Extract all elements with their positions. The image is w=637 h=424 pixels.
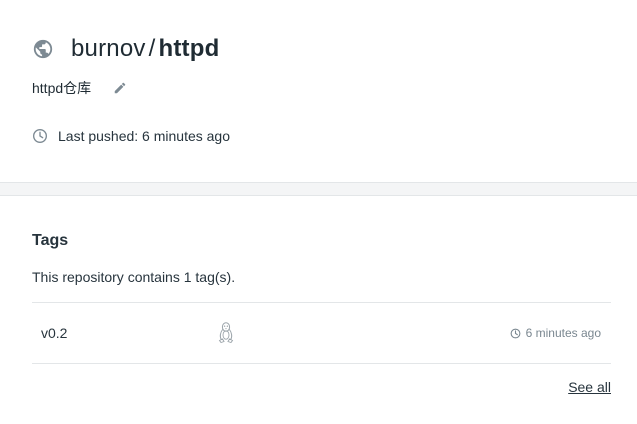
clock-icon (32, 128, 48, 144)
repo-namespace[interactable]: burnov (71, 35, 146, 62)
repo-title-row: burnov / httpd (32, 33, 219, 65)
tags-summary: This repository contains 1 tag(s). (32, 269, 236, 285)
description-row: httpd仓库 (32, 78, 127, 98)
tags-heading: Tags (32, 232, 69, 249)
tags-section: Tags This repository contains 1 tag(s). … (0, 196, 637, 424)
last-pushed-row: Last pushed: 6 minutes ago (32, 126, 230, 146)
linux-icon (218, 322, 234, 344)
pencil-icon[interactable] (113, 81, 127, 95)
tag-name[interactable]: v0.2 (41, 325, 67, 341)
tags-table: v0.2 6 minutes ago (32, 302, 611, 364)
see-all-link[interactable]: See all (568, 379, 611, 395)
section-divider (0, 182, 637, 196)
last-pushed-text: Last pushed: 6 minutes ago (58, 128, 231, 144)
clock-icon (510, 328, 521, 339)
table-row[interactable]: v0.2 6 minutes ago (32, 303, 611, 363)
repo-description: httpd仓库 (32, 80, 92, 96)
repo-header: burnov / httpd httpd仓库 Last pushed: 6 minu… (0, 0, 637, 182)
tag-pushed-text: 6 minutes ago (525, 326, 601, 340)
tag-pushed-time: 6 minutes ago (510, 326, 601, 340)
repo-name: httpd (158, 35, 220, 62)
repo-title: burnov / httpd (71, 33, 219, 65)
repo-separator: / (148, 35, 156, 62)
globe-icon (32, 38, 54, 60)
